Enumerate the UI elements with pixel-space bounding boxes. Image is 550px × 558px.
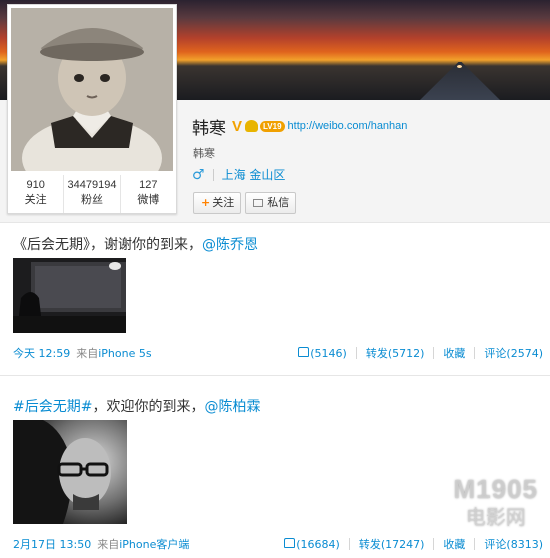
divider: [355, 347, 357, 359]
post-2-photo: [13, 420, 127, 524]
post-1-favorite-button[interactable]: 收藏: [443, 345, 465, 361]
profile-actions: + 关注 私信: [193, 192, 300, 214]
post-2-source: 来自iPhone客户端: [97, 536, 189, 552]
post-2-time[interactable]: 2月17日 13:50: [13, 536, 91, 552]
stat-following-count: 910: [26, 179, 45, 191]
stat-followers-label: 粉丝: [80, 193, 103, 206]
post-1-like-count: (5146): [310, 346, 347, 360]
post-1-meta: 今天 12:59 来自iPhone 5s (5146) 转发(5712) 收藏 …: [13, 345, 543, 361]
location-link[interactable]: 上海 金山区: [222, 166, 286, 183]
post-1-text-body: 《后会无期》，谢谢你的到来，: [13, 237, 202, 253]
divider: [0, 375, 550, 376]
post-2-text-body: ，欢迎你的到来，: [92, 399, 205, 415]
profile-stats: 910 关注 34479194 粉丝 127 微博: [8, 175, 176, 213]
post-2-meta: 2月17日 13:50 来自iPhone客户端 (16684) 转发(17247…: [13, 536, 543, 552]
post-1-repost-button[interactable]: 转发(5712): [366, 345, 425, 361]
post-2-like-count: (16684): [296, 537, 340, 551]
profile-name: 韩寒: [192, 118, 226, 139]
post-1-text: 《后会无期》，谢谢你的到来，@陈乔恩: [13, 234, 258, 254]
watermark-bottom: 电影网: [465, 507, 526, 529]
male-icon: ♂: [192, 166, 205, 183]
post-2-favorite-button[interactable]: 收藏: [443, 536, 465, 552]
avatar-photo-illustration: [11, 8, 173, 171]
stat-followers-count: 34479194: [67, 179, 117, 191]
stat-followers[interactable]: 34479194 粉丝: [64, 175, 121, 213]
mail-icon: [253, 199, 264, 207]
post-2-comment-button[interactable]: 评论(8313): [484, 536, 543, 552]
divider: [348, 538, 350, 550]
banner-light: [457, 65, 462, 68]
follow-button-label: 关注: [212, 196, 235, 209]
stat-following[interactable]: 910 关注: [8, 175, 65, 213]
message-button-label: 私信: [267, 196, 290, 209]
profile-name-row: 韩寒 V LV19 http://weibo.com/hanhan: [192, 114, 408, 139]
like-icon: [284, 537, 296, 548]
post-1-image[interactable]: [13, 258, 126, 333]
avatar-card: 910 关注 34479194 粉丝 127 微博: [7, 4, 177, 214]
post-1-like-button[interactable]: (5146): [298, 346, 347, 360]
plus-icon: +: [201, 196, 211, 209]
stat-posts-label: 微博: [137, 193, 160, 206]
divider: [212, 168, 214, 181]
post-2-like-button[interactable]: (16684): [284, 537, 340, 551]
stat-following-label: 关注: [24, 193, 47, 206]
post-2-mention[interactable]: @陈柏霖: [204, 399, 260, 415]
profile-url-link[interactable]: http://weibo.com/hanhan: [288, 120, 408, 132]
post-1-mention[interactable]: @陈乔恩: [202, 237, 258, 253]
divider: [474, 347, 476, 359]
post-2-repost-button[interactable]: 转发(17247): [359, 536, 425, 552]
like-icon: [298, 346, 310, 357]
post-2-hashtag[interactable]: #后会无期#: [13, 399, 92, 415]
post-1-source-link[interactable]: iPhone 5s: [98, 347, 151, 360]
message-button[interactable]: 私信: [245, 192, 297, 214]
profile-location-row: ♂ 上海 金山区: [192, 166, 285, 183]
post-2-source-link[interactable]: iPhone客户端: [119, 538, 189, 551]
post-2-source-label: 来自: [97, 538, 120, 551]
profile-description: 韩寒: [193, 147, 215, 160]
post-1-comment-button[interactable]: 评论(2574): [484, 345, 543, 361]
post-1-photo: [13, 258, 126, 333]
verified-icon[interactable]: V: [232, 118, 242, 135]
post-1-source: 来自iPhone 5s: [76, 345, 151, 361]
post-1-source-label: 来自: [76, 347, 99, 360]
avatar[interactable]: [11, 8, 173, 171]
post-2-text: #后会无期#，欢迎你的到来，@陈柏霖: [13, 396, 260, 416]
watermark-logo: M1905 电影网: [454, 474, 539, 530]
divider: [0, 222, 550, 223]
stat-posts-count: 127: [139, 179, 158, 191]
follow-button[interactable]: + 关注: [193, 192, 242, 214]
post-2-image[interactable]: [13, 420, 127, 524]
level-badge[interactable]: LV19: [260, 120, 285, 132]
divider: [433, 347, 435, 359]
divider: [433, 538, 435, 550]
vip-crown-icon[interactable]: [245, 120, 259, 132]
divider: [474, 538, 476, 550]
post-1-actions: (5146) 转发(5712) 收藏 评论(2574): [298, 345, 543, 361]
post-2-actions: (16684) 转发(17247) 收藏 评论(8313): [284, 536, 543, 552]
stat-posts[interactable]: 127 微博: [121, 175, 176, 213]
post-1-time[interactable]: 今天 12:59: [13, 345, 70, 361]
